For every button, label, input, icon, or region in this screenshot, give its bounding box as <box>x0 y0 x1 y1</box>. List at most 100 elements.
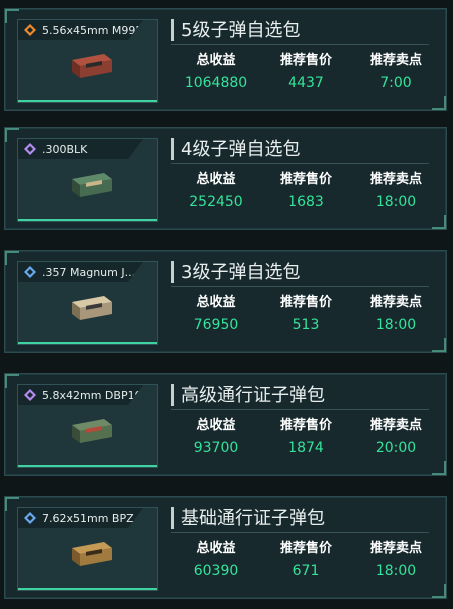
stat-value: 671 <box>292 563 320 579</box>
ammo-box-icon <box>72 542 112 566</box>
item-thumbnail[interactable]: 7.62x51mm BPZ <box>17 507 158 591</box>
title-accent <box>171 261 174 283</box>
stat-value: 18:00 <box>375 194 417 210</box>
stat-label: 推荐卖点 <box>369 541 422 556</box>
stat-label: 推荐卖点 <box>369 53 422 68</box>
item-thumbnail[interactable]: .300BLK <box>17 138 158 222</box>
stat-label: 推荐售价 <box>279 53 332 68</box>
title-accent <box>171 507 174 529</box>
stat-label: 推荐卖点 <box>369 172 422 187</box>
stat-total-income: 总收益 60390 <box>171 539 261 589</box>
stat-label: 推荐售价 <box>279 418 332 433</box>
title-accent <box>171 19 174 41</box>
card-title: 3级子弹自选包 <box>181 262 301 283</box>
stat-recommended-sell-time: 推荐卖点 18:00 <box>351 539 441 589</box>
item-label: 5.56x45mm M995 <box>18 20 143 40</box>
stat-value: 18:00 <box>375 563 417 579</box>
rarity-bar <box>18 465 157 467</box>
item-label: 7.62x51mm BPZ <box>18 508 143 528</box>
divider <box>171 409 429 410</box>
rarity-bar <box>18 588 157 590</box>
stat-recommended-price: 推荐售价 1874 <box>261 416 351 466</box>
card-title: 高级通行证子弹包 <box>181 385 325 406</box>
divider <box>171 286 429 287</box>
stat-label: 总收益 <box>196 295 236 310</box>
ammo-box-icon <box>72 173 112 197</box>
stat-label: 总收益 <box>196 172 236 187</box>
stat-label: 总收益 <box>196 418 236 433</box>
title-accent <box>171 138 174 160</box>
purple-rarity-diamond-icon <box>24 143 36 155</box>
stat-value: 18:00 <box>375 317 417 333</box>
stat-value: 76950 <box>193 317 239 333</box>
divider <box>171 44 429 45</box>
stat-value: 1683 <box>288 194 324 210</box>
divider <box>171 163 429 164</box>
blue-rarity-diamond-icon <box>24 512 36 524</box>
item-name: 5.56x45mm M995 <box>42 23 143 37</box>
orange-rarity-diamond-icon <box>24 24 36 36</box>
card-title: 5级子弹自选包 <box>181 20 301 41</box>
ammo-pack-card-1[interactable]: 5.56x45mm M995 5级子弹自选包 总收益 1064880 推荐售价 … <box>4 8 447 111</box>
stats-row: 总收益 76950 推荐售价 513 推荐卖点 18:00 <box>171 293 441 343</box>
item-label: .300BLK <box>18 139 143 159</box>
stat-total-income: 总收益 76950 <box>171 293 261 343</box>
card-title: 基础通行证子弹包 <box>181 508 325 529</box>
item-thumbnail[interactable]: 5.8x42mm DBP10 <box>17 384 158 468</box>
stat-recommended-sell-time: 推荐卖点 18:00 <box>351 170 441 220</box>
item-name: 5.8x42mm DBP10 <box>42 388 142 402</box>
stats-row: 总收益 60390 推荐售价 671 推荐卖点 18:00 <box>171 539 441 589</box>
stat-label: 推荐卖点 <box>369 295 422 310</box>
stat-label: 推荐售价 <box>279 295 332 310</box>
stat-total-income: 总收益 252450 <box>171 170 261 220</box>
ammo-box-icon <box>72 419 112 443</box>
stat-label: 推荐卖点 <box>369 418 422 433</box>
stat-value: 252450 <box>189 194 243 210</box>
stat-total-income: 总收益 93700 <box>171 416 261 466</box>
item-name: .300BLK <box>42 142 88 156</box>
purple-rarity-diamond-icon <box>24 389 36 401</box>
item-thumbnail[interactable]: .357 Magnum J... <box>17 261 158 345</box>
stats-row: 总收益 252450 推荐售价 1683 推荐卖点 18:00 <box>171 170 441 220</box>
item-name: .357 Magnum J... <box>42 265 136 279</box>
rarity-bar <box>18 342 157 344</box>
ammo-pack-card-5[interactable]: 7.62x51mm BPZ 基础通行证子弹包 总收益 60390 推荐售价 67… <box>4 496 447 599</box>
stat-recommended-sell-time: 推荐卖点 18:00 <box>351 293 441 343</box>
item-thumbnail[interactable]: 5.56x45mm M995 <box>17 19 158 103</box>
stat-recommended-price: 推荐售价 671 <box>261 539 351 589</box>
item-label: 5.8x42mm DBP10 <box>18 385 143 405</box>
blue-rarity-diamond-icon <box>24 266 36 278</box>
item-label: .357 Magnum J... <box>18 262 143 282</box>
stat-recommended-sell-time: 推荐卖点 20:00 <box>351 416 441 466</box>
stat-recommended-sell-time: 推荐卖点 7:00 <box>351 51 441 101</box>
ammo-box-icon <box>72 296 112 320</box>
ammo-pack-card-3[interactable]: .357 Magnum J... 3级子弹自选包 总收益 76950 推荐售价 … <box>4 250 447 353</box>
stat-value: 1874 <box>288 440 324 456</box>
item-name: 7.62x51mm BPZ <box>42 511 134 525</box>
ammo-pack-card-4[interactable]: 5.8x42mm DBP10 高级通行证子弹包 总收益 93700 推荐售价 1… <box>4 373 447 476</box>
stats-row: 总收益 1064880 推荐售价 4437 推荐卖点 7:00 <box>171 51 441 101</box>
rarity-bar <box>18 100 157 102</box>
stat-value: 7:00 <box>380 75 412 91</box>
stats-row: 总收益 93700 推荐售价 1874 推荐卖点 20:00 <box>171 416 441 466</box>
rarity-bar <box>18 219 157 221</box>
stat-total-income: 总收益 1064880 <box>171 51 261 101</box>
stat-label: 总收益 <box>196 541 236 556</box>
ammo-box-icon <box>72 54 112 78</box>
stat-value: 20:00 <box>375 440 417 456</box>
ammo-pack-card-2[interactable]: .300BLK 4级子弹自选包 总收益 252450 推荐售价 1683 推荐卖… <box>4 127 447 230</box>
stat-value: 60390 <box>193 563 239 579</box>
stat-value: 93700 <box>193 440 239 456</box>
stat-recommended-price: 推荐售价 513 <box>261 293 351 343</box>
stat-label: 推荐售价 <box>279 172 332 187</box>
stat-value: 513 <box>292 317 320 333</box>
stat-value: 4437 <box>288 75 324 91</box>
card-title: 4级子弹自选包 <box>181 139 301 160</box>
stat-recommended-price: 推荐售价 1683 <box>261 170 351 220</box>
stat-value: 1064880 <box>184 75 248 91</box>
stat-label: 总收益 <box>196 53 236 68</box>
stat-label: 推荐售价 <box>279 541 332 556</box>
stat-recommended-price: 推荐售价 4437 <box>261 51 351 101</box>
divider <box>171 532 429 533</box>
title-accent <box>171 384 174 406</box>
